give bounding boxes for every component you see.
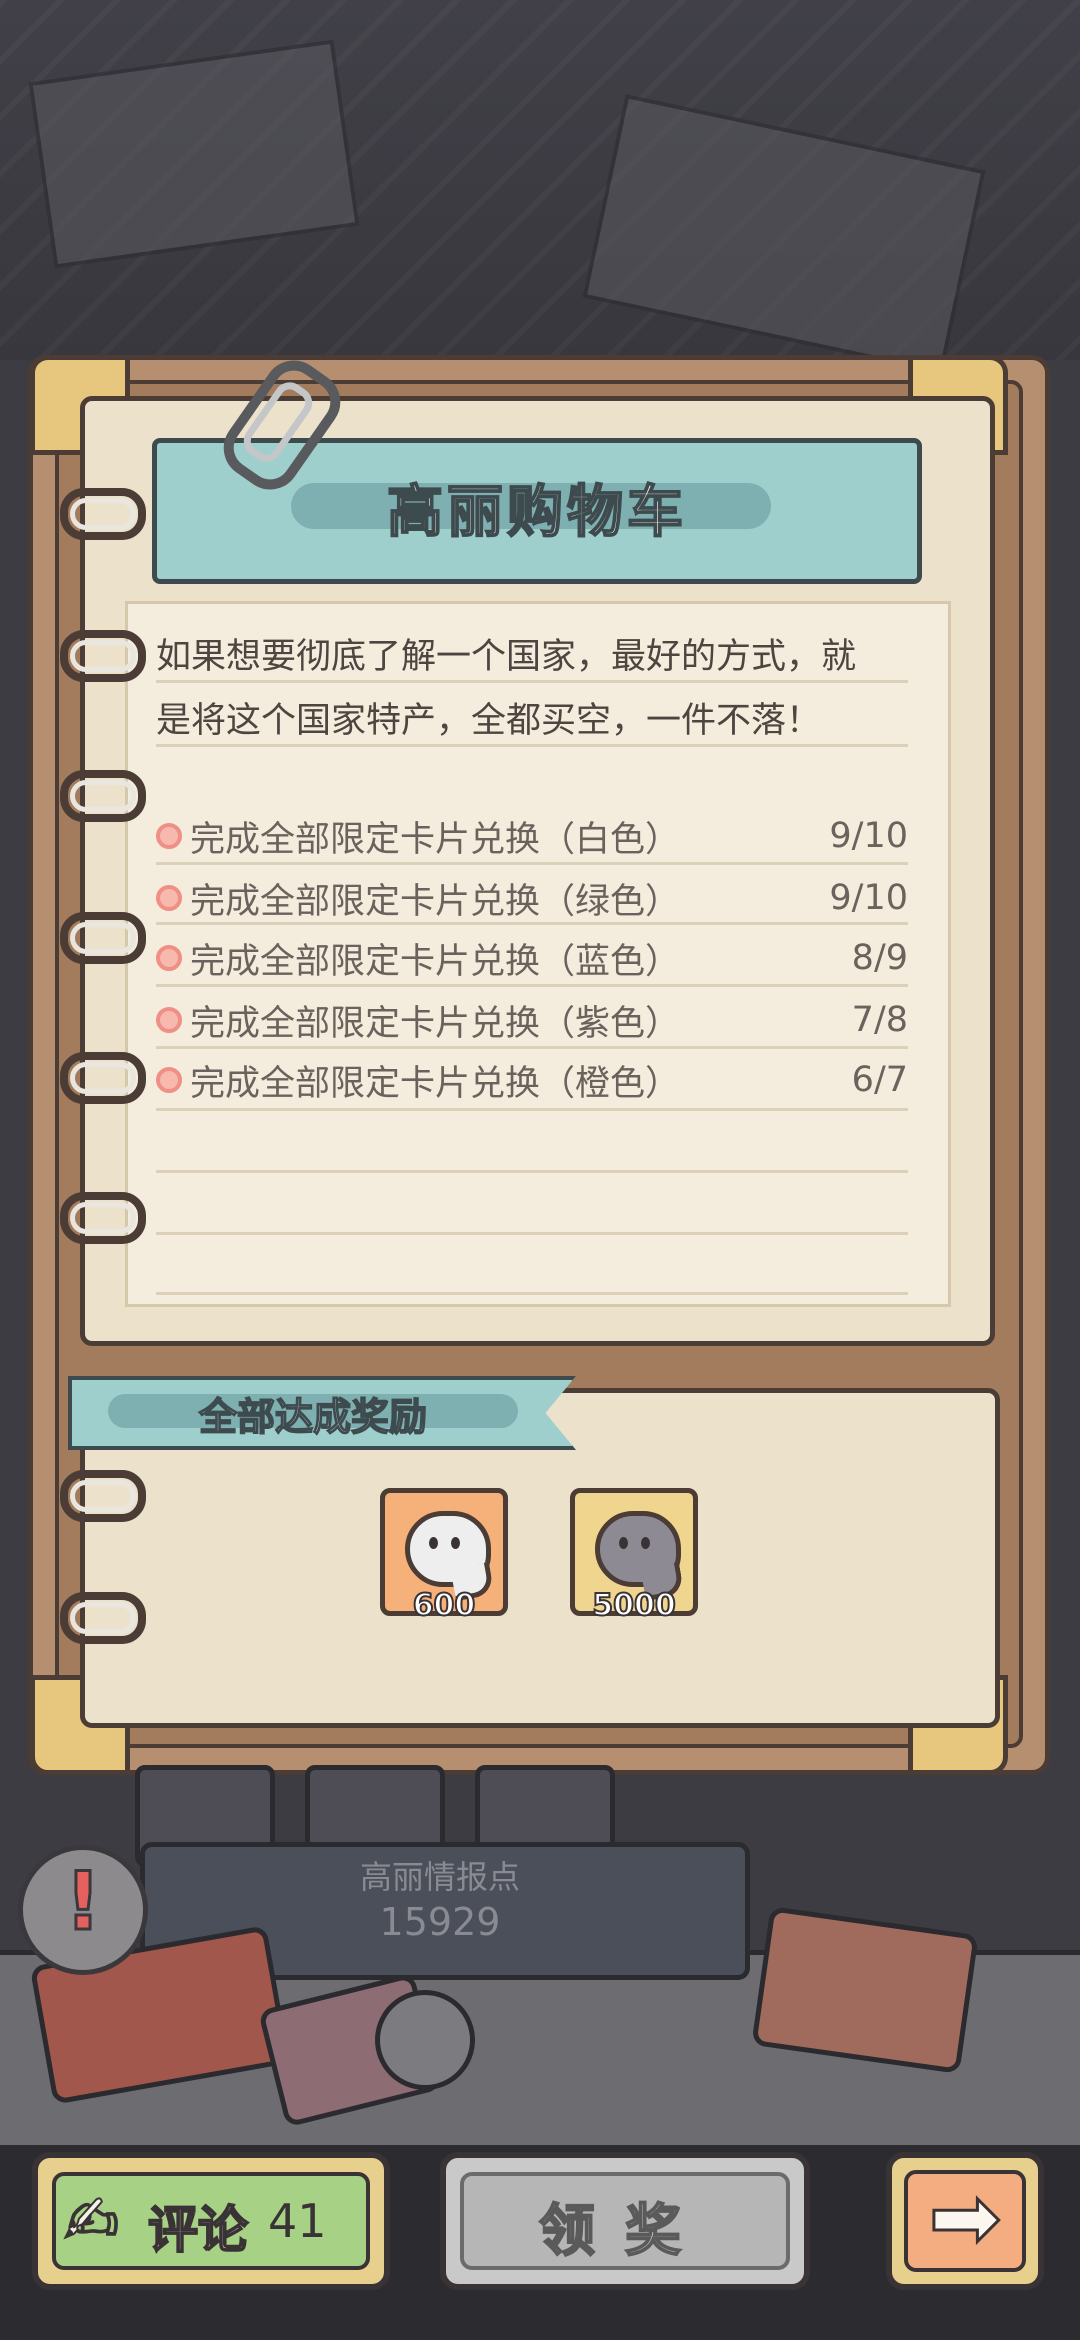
spiral-ring — [60, 488, 146, 540]
task-count: 7/8 — [851, 1000, 908, 1040]
task-item-white: 完成全部限定卡片兑换（白色） 9/10 — [156, 808, 908, 864]
spiral-ring — [60, 1052, 146, 1104]
task-item-purple: 完成全部限定卡片兑换（紫色） 7/8 — [156, 992, 908, 1048]
reward-item-ghost-white[interactable]: 600 — [380, 1488, 508, 1624]
task-label: 完成全部限定卡片兑换（紫色） — [190, 1003, 681, 1044]
ghost-eye — [451, 1537, 460, 1549]
ghost-eye — [641, 1537, 650, 1549]
ruled-line — [156, 1108, 908, 1111]
task-label: 完成全部限定卡片兑换（绿色） — [190, 881, 681, 922]
ruled-line — [156, 680, 908, 683]
reward-amount: 600 — [412, 1587, 477, 1624]
reward-amount: 5000 — [591, 1587, 677, 1624]
spiral-ring — [60, 630, 146, 682]
spiral-ring — [60, 1192, 146, 1244]
task-label: 完成全部限定卡片兑换（橙色） — [190, 1063, 681, 1104]
ruled-line — [156, 1292, 908, 1295]
task-count: 8/9 — [851, 938, 908, 978]
claim-label: 领奖 — [538, 2198, 711, 2265]
task-item-green: 完成全部限定卡片兑换（绿色） 9/10 — [156, 870, 908, 926]
task-item-blue: 完成全部限定卡片兑换（蓝色） 8/9 — [156, 930, 908, 986]
comment-count: 41 — [268, 2194, 327, 2248]
task-status-dot — [156, 1067, 182, 1093]
task-count: 9/10 — [829, 878, 908, 918]
task-count: 6/7 — [851, 1060, 908, 1100]
task-label: 完成全部限定卡片兑换（白色） — [190, 819, 681, 860]
task-status-dot — [156, 885, 182, 911]
ruled-line — [156, 744, 908, 747]
task-status-dot — [156, 823, 182, 849]
magnifier-prop — [375, 1990, 475, 2090]
task-label: 完成全部限定卡片兑换（蓝色） — [190, 941, 681, 982]
task-count: 9/10 — [829, 816, 908, 856]
arrow-right-icon: ➡ — [927, 2167, 1002, 2270]
task-status-dot — [156, 1007, 182, 1033]
spiral-ring — [60, 1592, 146, 1644]
reward-header: 全部达成奖励 — [198, 1394, 428, 1440]
description: 如果想要彻底了解一个国家，最好的方式，就 是将这个国家特产，全都买空，一件不落！ — [156, 625, 916, 753]
task-status-dot — [156, 945, 182, 971]
spiral-ring — [60, 770, 146, 822]
spiral-ring — [60, 1470, 146, 1522]
quill-icon: ✍ — [63, 2181, 120, 2260]
alert-icon: ! — [63, 1854, 102, 1950]
ruled-line — [156, 1170, 908, 1173]
comment-label: 评论 — [147, 2200, 249, 2260]
reward-item-ghost-gray[interactable]: 5000 — [570, 1488, 698, 1624]
intel-points-label: 高丽情报点 — [359, 1858, 520, 1896]
ruled-line — [156, 1232, 908, 1235]
bag-prop — [751, 1906, 979, 2074]
task-item-orange: 完成全部限定卡片兑换（橙色） 6/7 — [156, 1052, 908, 1108]
ghost-eye — [429, 1537, 438, 1549]
ghost-eye — [619, 1537, 628, 1549]
spiral-ring — [60, 912, 146, 964]
